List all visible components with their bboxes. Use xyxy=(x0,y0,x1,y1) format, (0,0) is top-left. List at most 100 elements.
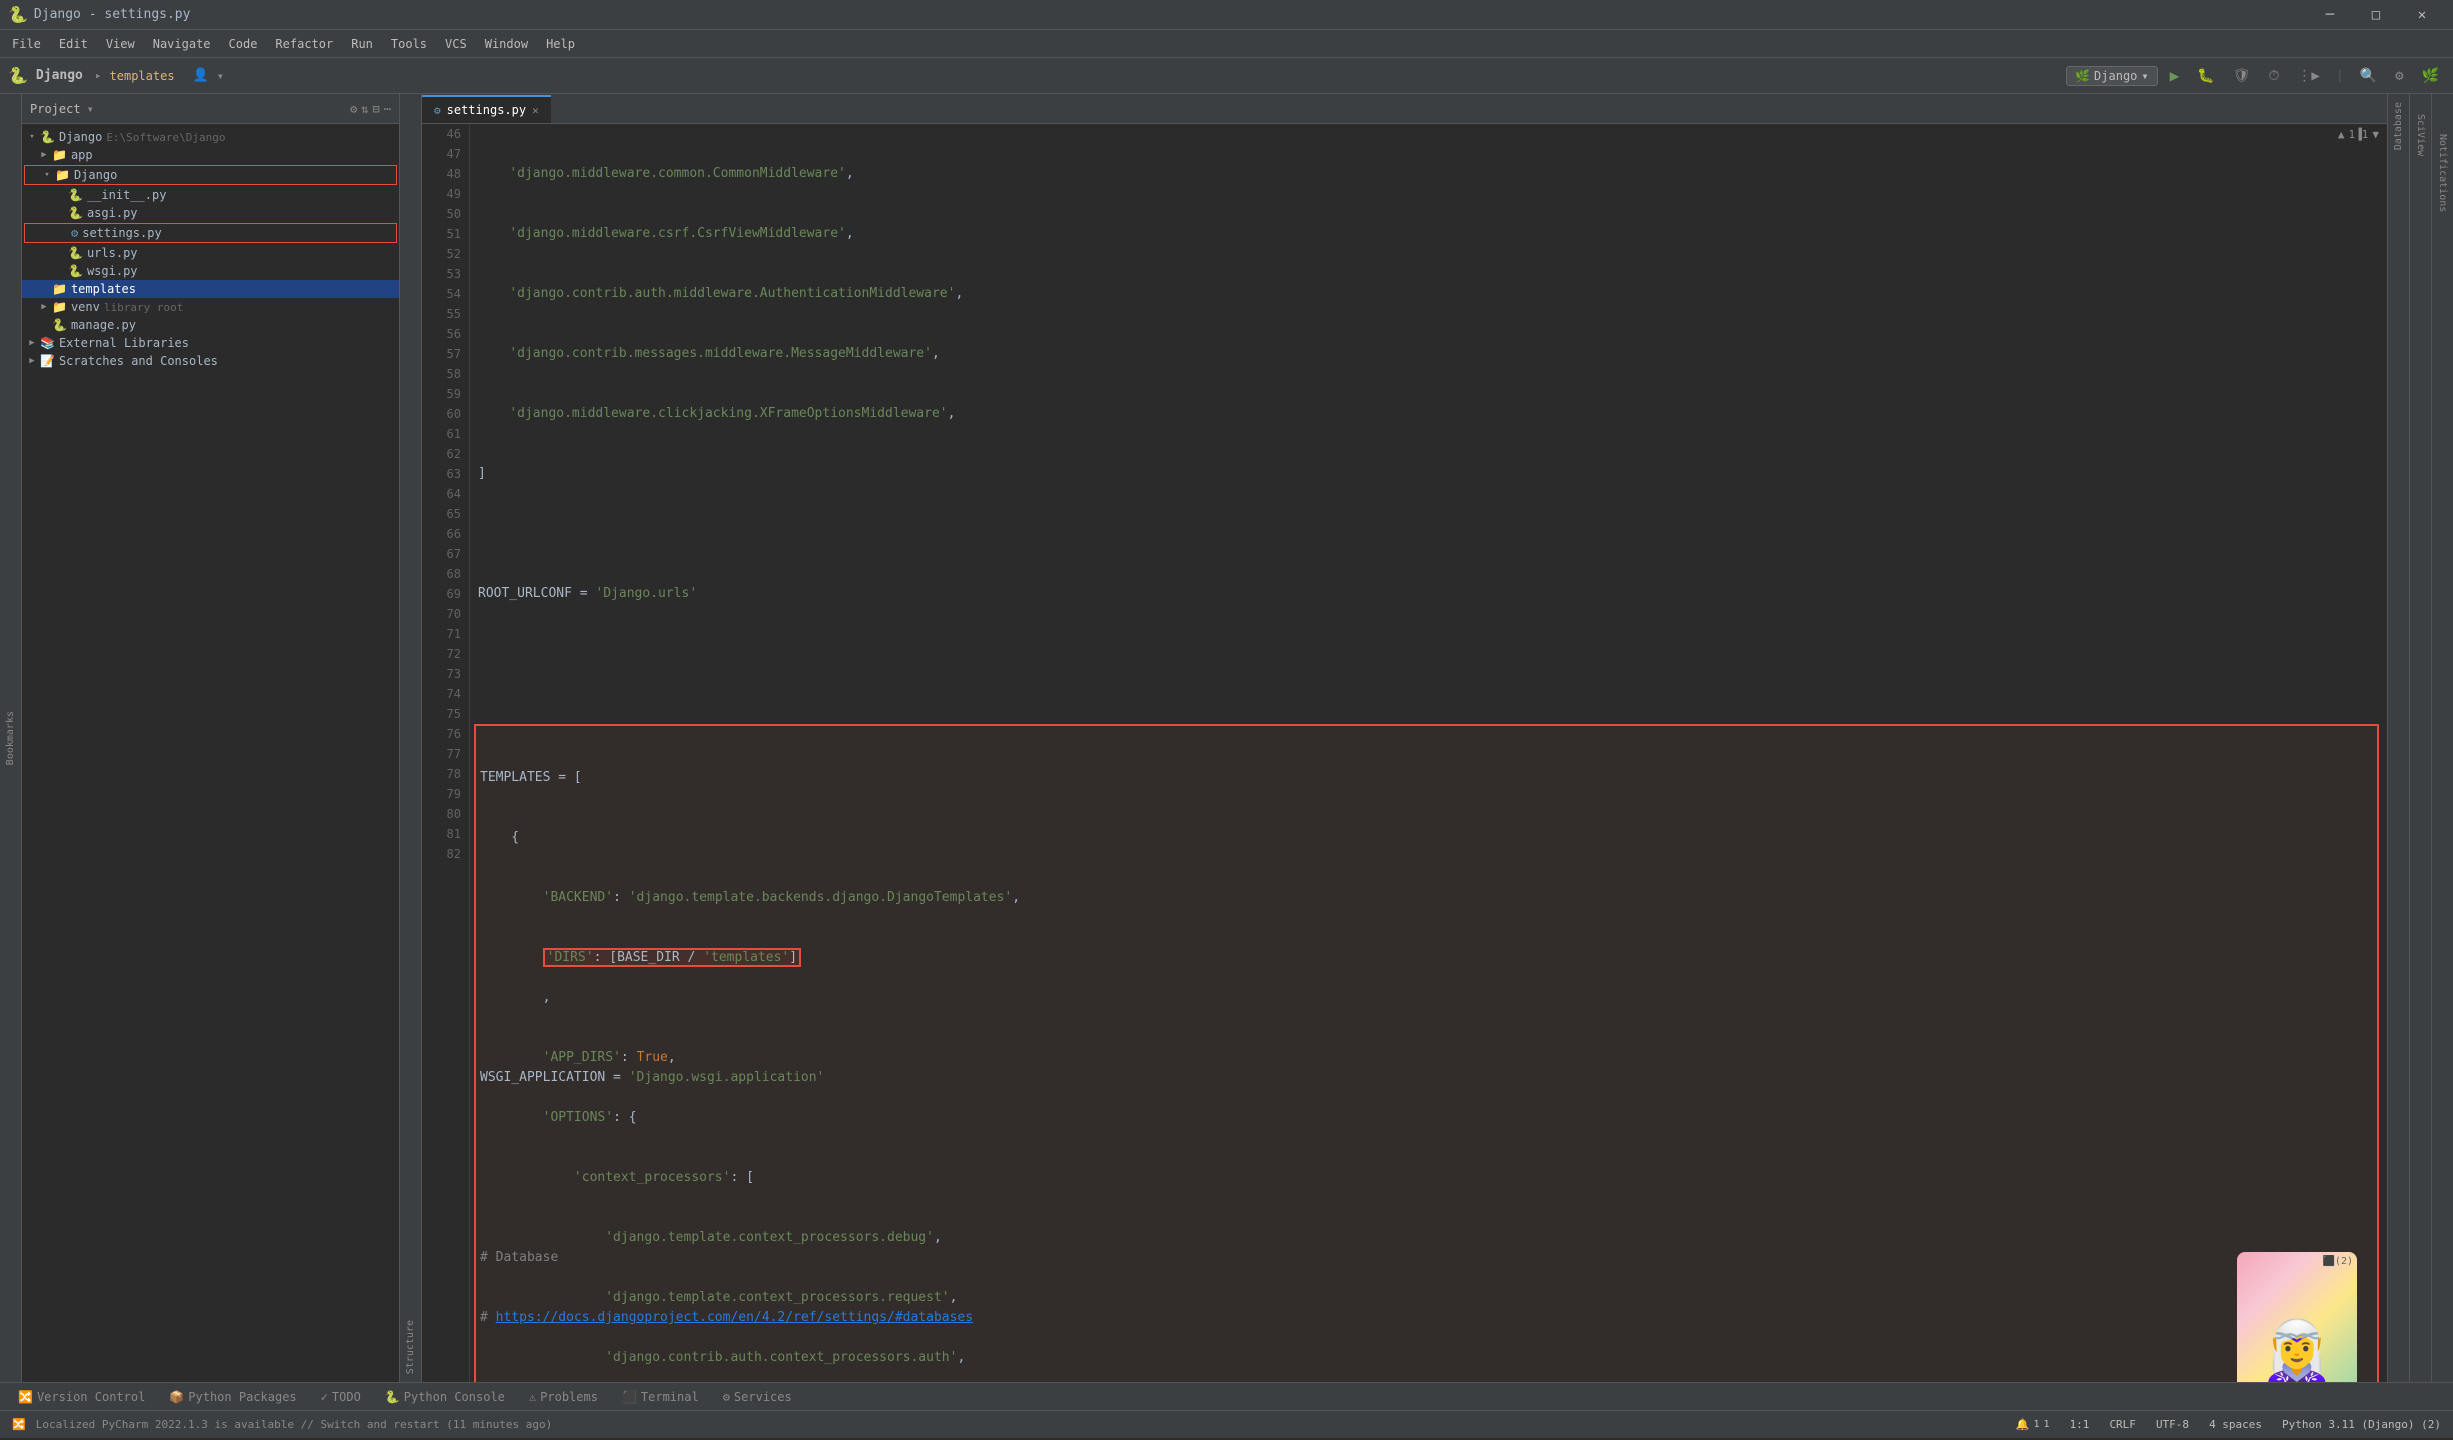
status-indent[interactable]: 4 spaces xyxy=(2205,1418,2266,1431)
tab-icon-settings: ⚙ xyxy=(434,104,441,117)
tree-arrow-scratches: ▶ xyxy=(26,356,38,366)
tree-item-init[interactable]: 🐍 __init__.py xyxy=(22,186,399,204)
scroll-indicator: ▲ 1▐1 ▼ xyxy=(2338,128,2379,141)
sciview-panel[interactable]: SciView xyxy=(2409,94,2431,1382)
project-collapse-icon[interactable]: ⊟ xyxy=(373,102,380,116)
run-config-selector[interactable]: 🌿 Django ▾ xyxy=(2066,66,2158,86)
project-gear-icon[interactable]: ⚙ xyxy=(350,102,357,116)
menu-run[interactable]: Run xyxy=(343,35,381,53)
code-line-63: 'django.template.context_processors.debu… xyxy=(480,1228,2373,1248)
ln-67: 67 xyxy=(430,544,461,564)
tab-close-settings[interactable]: ✕ xyxy=(532,104,539,117)
menu-code[interactable]: Code xyxy=(221,35,266,53)
menu-help[interactable]: Help xyxy=(538,35,583,53)
toolbar-icon-2[interactable]: ▾ xyxy=(217,69,224,83)
tree-icon-django: 📁 xyxy=(55,168,70,182)
ln-55: 55 xyxy=(430,304,461,324)
maximize-button[interactable]: □ xyxy=(2353,0,2399,30)
statusbar: 🔀 Localized PyCharm 2022.1.3 is availabl… xyxy=(0,1410,2453,1438)
project-sort-icon[interactable]: ⇅ xyxy=(361,102,368,116)
coverage-button[interactable]: 🛡 xyxy=(2227,66,2257,86)
tab-problems[interactable]: ⚠ Problems xyxy=(519,1388,608,1406)
tab-services[interactable]: ⚙ Services xyxy=(713,1388,802,1406)
project-more-icon[interactable]: ⋯ xyxy=(384,102,391,116)
tree-icon-manage: 🐍 xyxy=(52,318,67,332)
status-update-msg[interactable]: Localized PyCharm 2022.1.3 is available … xyxy=(32,1418,557,1431)
tab-todo[interactable]: ✓ TODO xyxy=(311,1388,371,1406)
code-line-57: 'BACKEND': 'django.template.backends.dja… xyxy=(480,888,2373,908)
code-line-75: # Database xyxy=(480,1248,2373,1268)
status-crlf[interactable]: CRLF xyxy=(2105,1418,2140,1431)
code-line-60: 'APP_DIRS': True, xyxy=(480,1048,2373,1068)
close-button[interactable]: ✕ xyxy=(2399,0,2445,30)
tree-item-ext-libs[interactable]: ▶ 📚 External Libraries xyxy=(22,334,399,352)
tab-python-console[interactable]: 🐍 Python Console xyxy=(375,1388,515,1406)
git-status[interactable]: 🔀 xyxy=(8,1418,30,1431)
run-button[interactable]: ▶ xyxy=(2164,64,2186,87)
search-button[interactable]: 🔍 xyxy=(2354,66,2383,86)
code-line-56: { xyxy=(480,828,2373,848)
tree-item-django-folder[interactable]: ▾ 📁 Django xyxy=(24,165,397,185)
tree-item-django-root[interactable]: ▾ 🐍 Django E:\Software\Django xyxy=(22,128,399,146)
tree-icon-templates: 📁 xyxy=(52,282,67,296)
tab-python-packages[interactable]: 📦 Python Packages xyxy=(159,1388,306,1406)
tree-arrow-root: ▾ xyxy=(26,132,38,142)
menu-window[interactable]: Window xyxy=(477,35,536,53)
tree-item-manage[interactable]: 🐍 manage.py xyxy=(22,316,399,334)
tree-item-settings[interactable]: ⚙ settings.py xyxy=(24,223,397,243)
tree-item-asgi[interactable]: 🐍 asgi.py xyxy=(22,204,399,222)
ln-69: 69 xyxy=(430,584,461,604)
code-line-73 xyxy=(480,1128,2373,1148)
tab-terminal[interactable]: ⬛ Terminal xyxy=(612,1388,709,1406)
toolbar-app-name: Django xyxy=(36,68,83,83)
tree-icon-scratches: 📝 xyxy=(40,354,55,368)
tree-item-wsgi[interactable]: 🐍 wsgi.py xyxy=(22,262,399,280)
menu-refactor[interactable]: Refactor xyxy=(267,35,341,53)
code-line-47: 'django.middleware.csrf.CsrfViewMiddlewa… xyxy=(478,224,2379,244)
bookmarks-sidebar: Bookmarks xyxy=(0,94,22,1382)
code-content[interactable]: 'django.middleware.common.CommonMiddlewa… xyxy=(470,124,2387,1382)
menu-file[interactable]: File xyxy=(4,35,49,53)
project-panel: Project ▾ ⚙ ⇅ ⊟ ⋯ ▾ 🐍 Django E:\Software… xyxy=(22,94,400,1382)
bottom-tabs: 🔀 Version Control 📦 Python Packages ✓ TO… xyxy=(0,1382,2453,1410)
code-line-72: WSGI_APPLICATION = 'Django.wsgi.applicat… xyxy=(480,1068,2373,1088)
status-encoding[interactable]: UTF-8 xyxy=(2152,1418,2193,1431)
menu-navigate[interactable]: Navigate xyxy=(145,35,219,53)
status-line-col[interactable]: 1:1 xyxy=(2066,1418,2094,1431)
menu-view[interactable]: View xyxy=(98,35,143,53)
tree-label-scratches: Scratches and Consoles xyxy=(59,354,218,368)
toolbar-icon-1[interactable]: 👤 xyxy=(193,68,209,83)
more-run-button[interactable]: ⋮▶ xyxy=(2291,66,2325,86)
tree-item-app[interactable]: ▶ 📁 app xyxy=(22,146,399,164)
settings-button[interactable]: ⚙ xyxy=(2389,66,2409,86)
structure-label: Structure xyxy=(405,1320,416,1374)
console-icon: 🐍 xyxy=(385,1390,400,1404)
tree-icon-root: 🐍 xyxy=(40,130,55,144)
code-editor-wrapper: 46 47 48 49 50 51 52 53 54 55 56 57 58 5… xyxy=(422,124,2387,1382)
menu-vcs[interactable]: VCS xyxy=(437,35,475,53)
statusbar-left: 🔀 Localized PyCharm 2022.1.3 is availabl… xyxy=(8,1418,556,1431)
tree-item-urls[interactable]: 🐍 urls.py xyxy=(22,244,399,262)
anime-character: 🧝‍♀️ ⬛(2) xyxy=(2237,1252,2357,1382)
notifications-panel[interactable]: Notifications xyxy=(2431,94,2453,1382)
titlebar: 🐍 Django - settings.py ─ □ ✕ xyxy=(0,0,2453,30)
ln-60: 60 xyxy=(430,404,461,424)
tree-item-venv[interactable]: ▶ 📁 venv library root xyxy=(22,298,399,316)
menu-tools[interactable]: Tools xyxy=(383,35,435,53)
menu-edit[interactable]: Edit xyxy=(51,35,96,53)
status-python[interactable]: Python 3.11 (Django) (2) xyxy=(2278,1418,2445,1431)
tab-version-control[interactable]: 🔀 Version Control xyxy=(8,1388,155,1406)
database-panel[interactable]: Database xyxy=(2387,94,2409,1382)
profile-button[interactable]: ⏱ xyxy=(2263,66,2286,86)
minimize-button[interactable]: ─ xyxy=(2307,0,2353,30)
tree-path-root: E:\Software\Django xyxy=(106,131,225,144)
tree-item-templates[interactable]: 📁 templates xyxy=(22,280,399,298)
debug-button[interactable]: 🐛 xyxy=(2191,66,2220,86)
git-icon[interactable]: 🌿 xyxy=(2416,66,2445,86)
tab-settings-py[interactable]: ⚙ settings.py ✕ xyxy=(422,95,551,123)
code-line-50: 'django.middleware.clickjacking.XFrameOp… xyxy=(478,404,2379,424)
tree-item-scratches[interactable]: ▶ 📝 Scratches and Consoles xyxy=(22,352,399,370)
project-dropdown-icon[interactable]: ▾ xyxy=(87,102,94,116)
tree-label-asgi: asgi.py xyxy=(87,206,138,220)
status-alerts[interactable]: 🔔 1 1 xyxy=(2012,1418,2054,1431)
